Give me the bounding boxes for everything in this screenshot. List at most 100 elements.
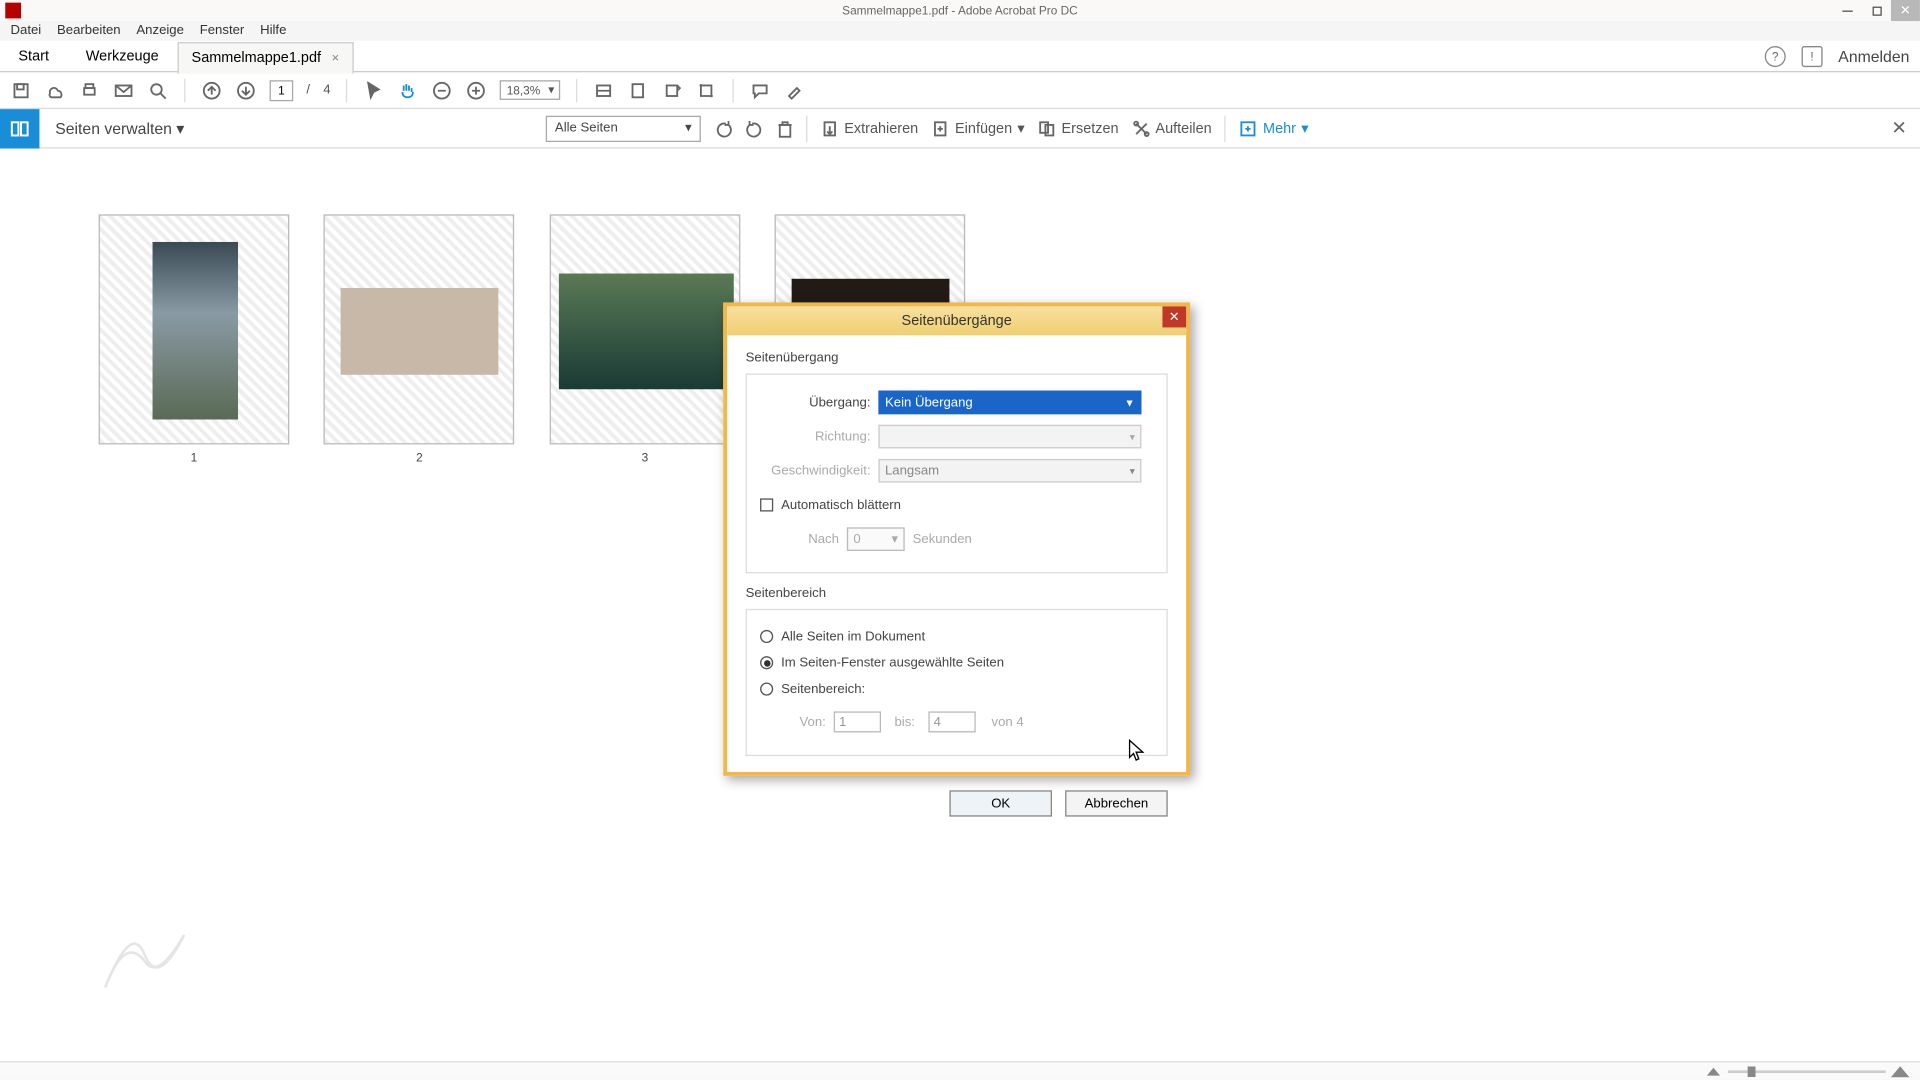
radio-page-range-label: Seitenbereich: <box>781 682 865 696</box>
from-label: Von: <box>786 715 825 729</box>
insert-button[interactable]: Einfügen ▾ <box>931 119 1024 137</box>
window-maximize-button[interactable] <box>1862 0 1891 21</box>
speed-value: Langsam <box>885 464 939 478</box>
extract-button[interactable]: Extrahieren <box>821 119 919 137</box>
signin-link[interactable]: Anmelden <box>1838 47 1909 65</box>
rotate-icon[interactable] <box>662 80 683 101</box>
rotate-right-button[interactable] <box>746 119 764 137</box>
comment-icon[interactable] <box>750 80 771 101</box>
separator <box>577 78 578 102</box>
tabs-row: Start Werkzeuge Sammelmappe1.pdf × ? ! A… <box>0 41 1920 73</box>
split-button[interactable]: Aufteilen <box>1132 119 1212 137</box>
ok-button[interactable]: OK <box>949 790 1052 816</box>
cancel-button[interactable]: Abbrechen <box>1065 790 1168 816</box>
thumbnail-small-icon[interactable] <box>1707 1067 1720 1075</box>
dialog-close-button[interactable]: ✕ <box>1162 306 1186 327</box>
notifications-icon[interactable]: ! <box>1801 45 1822 66</box>
chevron-down-icon: ▾ <box>1130 465 1135 477</box>
radio-all-pages[interactable] <box>760 630 773 643</box>
speed-label: Geschwindigkeit: <box>760 464 870 478</box>
speed-select: Langsam ▾ <box>878 459 1141 483</box>
pointer-icon[interactable] <box>363 80 384 101</box>
menu-window[interactable]: Fenster <box>192 24 252 38</box>
thumbnail-number: 1 <box>100 451 288 464</box>
group-range: Alle Seiten im Dokument Im Seiten-Fenste… <box>746 609 1168 756</box>
separator <box>184 78 185 102</box>
help-icon[interactable]: ? <box>1765 45 1786 66</box>
zoom-out-icon[interactable] <box>432 80 453 101</box>
dialog-titlebar[interactable]: Seitenübergänge ✕ <box>727 306 1186 335</box>
menu-bar: Datei Bearbeiten Anzeige Fenster Hilfe <box>0 21 1920 41</box>
thumbnail-image <box>341 288 499 375</box>
highlight-icon[interactable] <box>784 80 805 101</box>
menu-help[interactable]: Hilfe <box>252 24 294 38</box>
page-thumbnail[interactable]: 3 <box>550 214 741 444</box>
tab-document-close-icon[interactable]: × <box>332 51 340 65</box>
hand-icon[interactable] <box>398 80 419 101</box>
after-value: 0 <box>853 532 860 546</box>
search-icon[interactable] <box>147 80 168 101</box>
chevron-down-icon: ▾ <box>1130 431 1135 443</box>
zoom-in-icon[interactable] <box>466 80 487 101</box>
dialog-title: Seitenübergänge <box>902 313 1012 329</box>
to-label: bis: <box>889 715 921 729</box>
rotate-left-button[interactable] <box>714 119 732 137</box>
auto-flip-checkbox[interactable] <box>760 498 773 511</box>
radio-page-range[interactable] <box>760 682 773 695</box>
menu-view[interactable]: Anzeige <box>129 24 192 38</box>
page-filter-value: Alle Seiten <box>555 121 618 135</box>
status-bar <box>0 1062 1920 1080</box>
cloud-icon[interactable] <box>45 80 66 101</box>
separator <box>806 115 807 141</box>
window-title: Sammelmappe1.pdf - Adobe Acrobat Pro DC <box>842 4 1078 17</box>
zoom-value: 18,3% <box>507 84 541 97</box>
transition-select[interactable]: Kein Übergang▼ <box>878 391 1141 415</box>
chevron-down-icon: ▾ <box>892 532 899 546</box>
thumbnail-image <box>153 242 238 420</box>
tab-document[interactable]: Sammelmappe1.pdf × <box>177 41 354 73</box>
page-sep: / <box>306 83 310 97</box>
auto-flip-label: Automatisch blättern <box>781 498 901 512</box>
group-range-title: Seitenbereich <box>746 586 1168 600</box>
title-bar: Sammelmappe1.pdf - Adobe Acrobat Pro DC … <box>0 0 1920 21</box>
fit-width-icon[interactable] <box>594 80 615 101</box>
of-total-label: von 4 <box>992 715 1024 729</box>
after-label: Nach <box>786 532 839 546</box>
replace-button[interactable]: Ersetzen <box>1038 119 1119 137</box>
thumbnail-size-slider[interactable] <box>1728 1070 1886 1073</box>
delete-button[interactable] <box>777 119 793 137</box>
window-close-button[interactable]: ✕ <box>1891 0 1920 21</box>
from-input <box>834 711 881 732</box>
thumbnail-number: 2 <box>325 451 513 464</box>
page-number-input[interactable] <box>270 80 294 101</box>
group-transition: Übergang: Kein Übergang▼ Richtung: ▾ Ges… <box>746 373 1168 573</box>
page-up-icon[interactable] <box>201 80 222 101</box>
crop-icon[interactable] <box>696 80 717 101</box>
page-thumbnail[interactable]: 2 <box>324 214 515 444</box>
tab-tools[interactable]: Werkzeuge <box>67 40 177 72</box>
mail-icon[interactable] <box>113 80 134 101</box>
thumbnail-large-icon[interactable] <box>1891 1066 1909 1077</box>
chevron-down-icon: ▾ <box>1301 120 1308 137</box>
radio-selected-pages-label: Im Seiten-Fenster ausgewählte Seiten <box>781 656 1004 670</box>
radio-selected-pages[interactable] <box>760 656 773 669</box>
slider-knob[interactable] <box>1748 1066 1756 1077</box>
close-context-button[interactable]: ✕ <box>1891 117 1906 139</box>
page-total: 4 <box>323 83 330 97</box>
direction-select: ▾ <box>878 425 1141 449</box>
fit-page-icon[interactable] <box>628 80 649 101</box>
menu-edit[interactable]: Bearbeiten <box>49 24 128 38</box>
chevron-down-icon: ▾ <box>1017 120 1024 137</box>
save-icon[interactable] <box>11 80 32 101</box>
menu-file[interactable]: Datei <box>3 24 49 38</box>
zoom-select[interactable]: 18,3%▾ <box>500 80 561 100</box>
window-minimize-button[interactable] <box>1833 0 1862 21</box>
print-icon[interactable] <box>79 80 100 101</box>
tab-start[interactable]: Start <box>0 40 67 72</box>
more-button[interactable]: Mehr ▾ <box>1239 119 1308 137</box>
page-filter-select[interactable]: Alle Seiten▾ <box>546 115 701 141</box>
page-thumbnail[interactable]: 1 <box>99 214 290 444</box>
chevron-down-icon: ▾ <box>176 119 184 137</box>
page-down-icon[interactable] <box>235 80 256 101</box>
context-title[interactable]: Seiten verwalten ▾ <box>39 119 200 137</box>
